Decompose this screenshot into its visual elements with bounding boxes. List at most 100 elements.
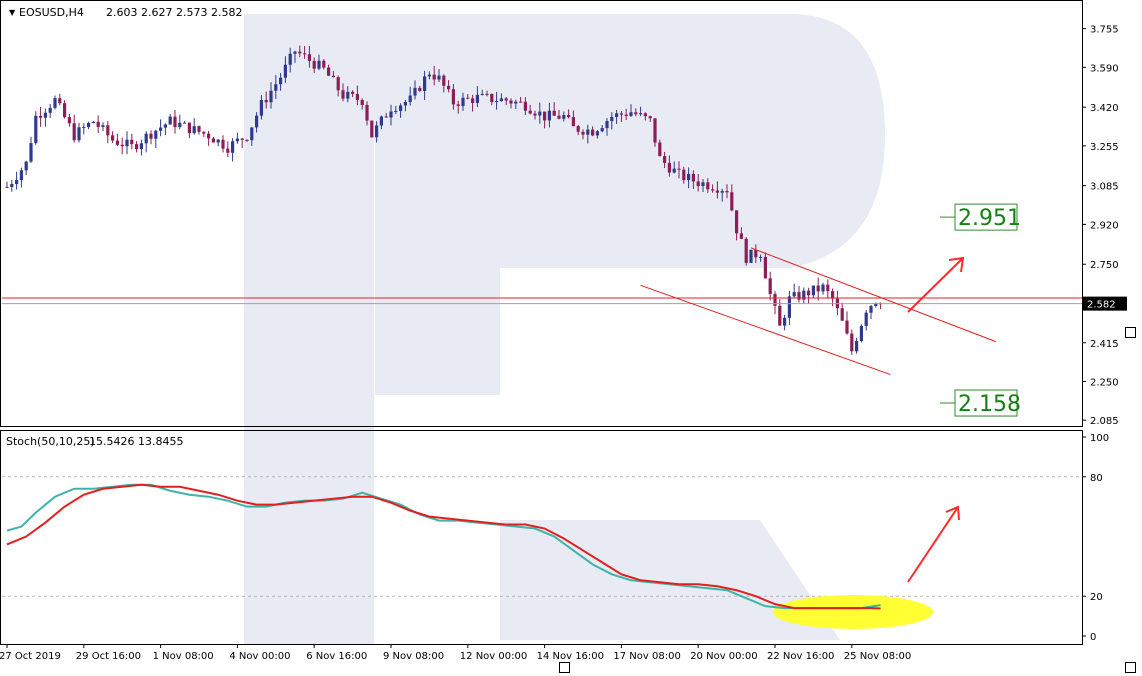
candle-body: [471, 98, 475, 103]
candle-body: [749, 249, 753, 263]
corner-handle[interactable]: [1125, 662, 1136, 673]
time-tick-label: 20 Nov 00:00: [690, 651, 757, 662]
candle-body: [759, 256, 763, 258]
candle-body: [706, 182, 710, 190]
candle-body: [336, 77, 340, 91]
candle-body: [485, 93, 489, 95]
candle-body: [615, 113, 619, 118]
time-tick-label: 17 Nov 08:00: [613, 651, 680, 662]
candle-body: [211, 138, 215, 143]
candle-body: [672, 168, 676, 173]
dropdown-arrow-icon[interactable]: ▼: [9, 8, 16, 17]
stoch-tick-label: 100: [1090, 433, 1109, 444]
candle-body: [394, 110, 398, 112]
candle-body: [178, 122, 182, 128]
candle-body: [523, 101, 527, 111]
candle-body: [821, 284, 825, 292]
target-down-label: 2.158: [958, 392, 1021, 417]
candle-body: [514, 101, 518, 104]
candle-body: [221, 139, 225, 149]
candle-body: [447, 85, 451, 90]
price-tick-label: 3.590: [1090, 63, 1119, 74]
candle-body: [399, 105, 403, 111]
time-tick-label: 27 Oct 2019: [0, 651, 61, 662]
candle-body: [29, 143, 33, 162]
candle-body: [557, 115, 561, 119]
candle-body: [24, 161, 28, 171]
time-tick-label: 6 Nov 16:00: [306, 651, 367, 662]
candle-body: [418, 87, 422, 91]
candle-body: [255, 115, 259, 128]
candle-body: [826, 284, 830, 292]
price-tick-label: 2.085: [1090, 416, 1119, 427]
candle-body: [379, 116, 383, 126]
candle-body: [687, 173, 691, 181]
candle-body: [475, 94, 479, 103]
candle-body: [274, 84, 278, 91]
candle-body: [144, 133, 148, 144]
watermark-logo: [244, 14, 885, 644]
stoch-tick-label: 80: [1090, 473, 1103, 484]
stoch-tick-label: 0: [1090, 632, 1096, 643]
candle-body: [562, 115, 566, 119]
price-tick-label: 2.750: [1090, 260, 1119, 271]
candle-body: [682, 169, 686, 181]
channel-lower-line: [640, 284, 891, 375]
candle-body: [34, 115, 38, 144]
candle-body: [691, 173, 695, 182]
candle-body: [667, 162, 671, 173]
candle-body: [96, 121, 100, 127]
candle-body: [869, 305, 873, 313]
candle-body: [283, 64, 287, 78]
candle-body: [216, 139, 220, 143]
candle-body: [408, 95, 412, 102]
candle-body: [792, 292, 796, 297]
candle-body: [581, 131, 585, 135]
candle-body: [101, 125, 105, 127]
candle-body: [149, 133, 153, 139]
price-tick-label: 3.085: [1090, 182, 1119, 193]
candle-body: [192, 126, 196, 134]
candle-body: [346, 91, 350, 99]
candle-body: [576, 126, 580, 132]
candle-body: [159, 127, 163, 131]
candle-body: [355, 93, 359, 100]
candle-body: [269, 90, 273, 103]
candle-body: [341, 90, 345, 99]
candle-body: [744, 238, 748, 263]
candle-body: [629, 112, 633, 116]
oversold-highlight: [773, 595, 933, 629]
candle-body: [365, 104, 369, 121]
candle-body: [610, 117, 614, 122]
candle-body: [250, 127, 254, 141]
candle-body: [715, 190, 719, 193]
panel-resize-handle[interactable]: [1125, 327, 1136, 338]
candle-body: [139, 143, 143, 150]
candle-body: [648, 116, 652, 119]
candle-body: [312, 60, 316, 69]
candle-body: [115, 140, 119, 145]
candle-body: [639, 113, 643, 115]
candle-body: [264, 100, 268, 103]
candle-body: [763, 256, 767, 279]
candle-body: [19, 170, 23, 181]
candle-body: [653, 118, 657, 143]
candle-body: [226, 148, 230, 153]
candle-body: [48, 107, 52, 113]
time-tick-label: 9 Nov 08:00: [383, 651, 444, 662]
candle-body: [538, 111, 542, 116]
candle-body: [317, 60, 321, 69]
candle-body: [461, 97, 465, 106]
time-scroll-handle[interactable]: [559, 662, 570, 673]
candle-body: [543, 111, 547, 121]
target-up-label: 2.951: [958, 206, 1021, 231]
candle-body: [39, 115, 43, 118]
stoch-values: 15.5426 13.8455: [89, 435, 183, 448]
candle-body: [783, 317, 787, 326]
candle-body: [288, 53, 292, 65]
candle-body: [605, 121, 609, 129]
candle-body: [322, 60, 326, 68]
candle-body: [245, 139, 249, 141]
candle-body: [778, 305, 782, 326]
price-tick-label: 3.255: [1090, 142, 1119, 153]
